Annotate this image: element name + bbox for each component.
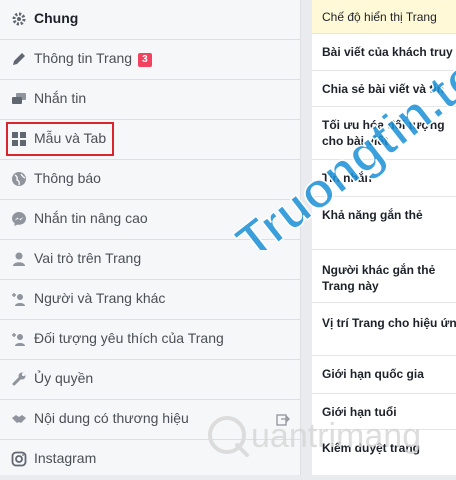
- sidebar-item-label: Thông báo: [34, 170, 101, 186]
- settings-row-label: Kiểm duyệt trang: [322, 441, 421, 455]
- settings-row-label: Chia sẻ bài viết và tin: [322, 82, 445, 96]
- settings-row-audience-optimization[interactable]: Tối ưu hóa đối tượng cho bài viết: [312, 107, 456, 160]
- notification-badge: 3: [138, 53, 152, 67]
- person-plus-icon: [10, 330, 28, 348]
- sidebar-item-label: Người và Trang khác: [34, 290, 166, 306]
- sidebar-item-branded-content[interactable]: Nội dung có thương hiệu: [0, 400, 300, 440]
- sidebar-item-instagram[interactable]: Instagram: [0, 440, 300, 480]
- settings-row-tagging-ability[interactable]: Khả năng gắn thẻ: [312, 197, 456, 250]
- settings-row-label: Người khác gắn thẻ Trang này: [322, 263, 436, 293]
- sidebar-item-advanced-messaging[interactable]: Nhắn tin nâng cao: [0, 200, 300, 240]
- settings-row-label: Tối ưu hóa đối tượng cho bài viết: [322, 118, 445, 148]
- sidebar-item-page-roles[interactable]: Vai trò trên Trang: [0, 240, 300, 280]
- settings-row-page-location[interactable]: Vị trí Trang cho hiệu ứng: [312, 303, 456, 356]
- sidebar-item-templates-tabs[interactable]: Mẫu và Tab: [0, 120, 300, 160]
- settings-row-others-tagging[interactable]: Người khác gắn thẻ Trang này: [312, 250, 456, 303]
- export-icon[interactable]: [276, 412, 290, 426]
- sidebar-item-label: Nội dung có thương hiệu: [34, 410, 189, 426]
- settings-content-list: Chế độ hiển thị Trang Bài viết của khách…: [312, 0, 456, 475]
- settings-row-visitor-posts[interactable]: Bài viết của khách truy cập: [312, 34, 456, 71]
- settings-row-label: Giới hạn quốc gia: [322, 367, 424, 381]
- wrench-icon: [10, 370, 28, 388]
- sidebar-item-page-info[interactable]: Thông tin Trang 3: [0, 40, 300, 80]
- sidebar-item-label: Vai trò trên Trang: [34, 250, 142, 266]
- sidebar-item-people-other-pages[interactable]: Người và Trang khác: [0, 280, 300, 320]
- sidebar-item-authorizations[interactable]: Ủy quyền: [0, 360, 300, 400]
- settings-row-country-restrictions[interactable]: Giới hạn quốc gia: [312, 356, 456, 394]
- sidebar-item-preferred-audience[interactable]: Đối tượng yêu thích của Trang: [0, 320, 300, 360]
- handshake-icon: [10, 410, 28, 428]
- sidebar-item-label: Nhắn tin nâng cao: [34, 210, 148, 226]
- instagram-icon: [10, 450, 28, 468]
- settings-row-page-visibility[interactable]: Chế độ hiển thị Trang: [312, 0, 456, 34]
- person-plus-icon: [10, 290, 28, 308]
- column-gap: [301, 0, 312, 475]
- person-icon: [10, 250, 28, 268]
- settings-row-sharing[interactable]: Chia sẻ bài viết và tin: [312, 71, 456, 107]
- sidebar-item-label: Đối tượng yêu thích của Trang: [34, 330, 224, 346]
- messenger-icon: [10, 210, 28, 228]
- sidebar-item-label: Instagram: [34, 450, 97, 466]
- gear-icon: [10, 10, 28, 28]
- settings-sidebar: Chung Thông tin Trang 3 Nhắn tin Mẫu và T…: [0, 0, 301, 475]
- sidebar-item-label: Mẫu và Tab: [34, 130, 107, 146]
- sidebar-item-label: Thông tin Trang: [34, 50, 133, 66]
- settings-row-label: Chế độ hiển thị Trang: [322, 10, 437, 24]
- sidebar-item-label: Nhắn tin: [34, 90, 87, 106]
- settings-row-label: Tin nhắn: [322, 171, 372, 185]
- sidebar-item-label: Ủy quyền: [34, 370, 94, 386]
- settings-row-age-restrictions[interactable]: Giới hạn tuổi: [312, 394, 456, 430]
- chat-bubbles-icon: [10, 90, 28, 108]
- settings-row-label: Giới hạn tuổi: [322, 405, 397, 419]
- settings-row-label: Vị trí Trang cho hiệu ứng: [322, 316, 456, 330]
- sidebar-item-notifications[interactable]: Thông báo: [0, 160, 300, 200]
- grid-icon: [10, 130, 28, 148]
- globe-icon: [10, 170, 28, 188]
- sidebar-item-messaging[interactable]: Nhắn tin: [0, 80, 300, 120]
- sidebar-item-label: Chung: [34, 10, 79, 26]
- settings-row-label: Khả năng gắn thẻ: [322, 208, 423, 222]
- sidebar-item-general[interactable]: Chung: [0, 0, 300, 40]
- settings-row-messages[interactable]: Tin nhắn: [312, 160, 456, 197]
- settings-row-label: Bài viết của khách truy cập: [322, 45, 456, 59]
- pencil-icon: [10, 50, 28, 68]
- settings-row-page-moderation[interactable]: Kiểm duyệt trang: [312, 430, 456, 475]
